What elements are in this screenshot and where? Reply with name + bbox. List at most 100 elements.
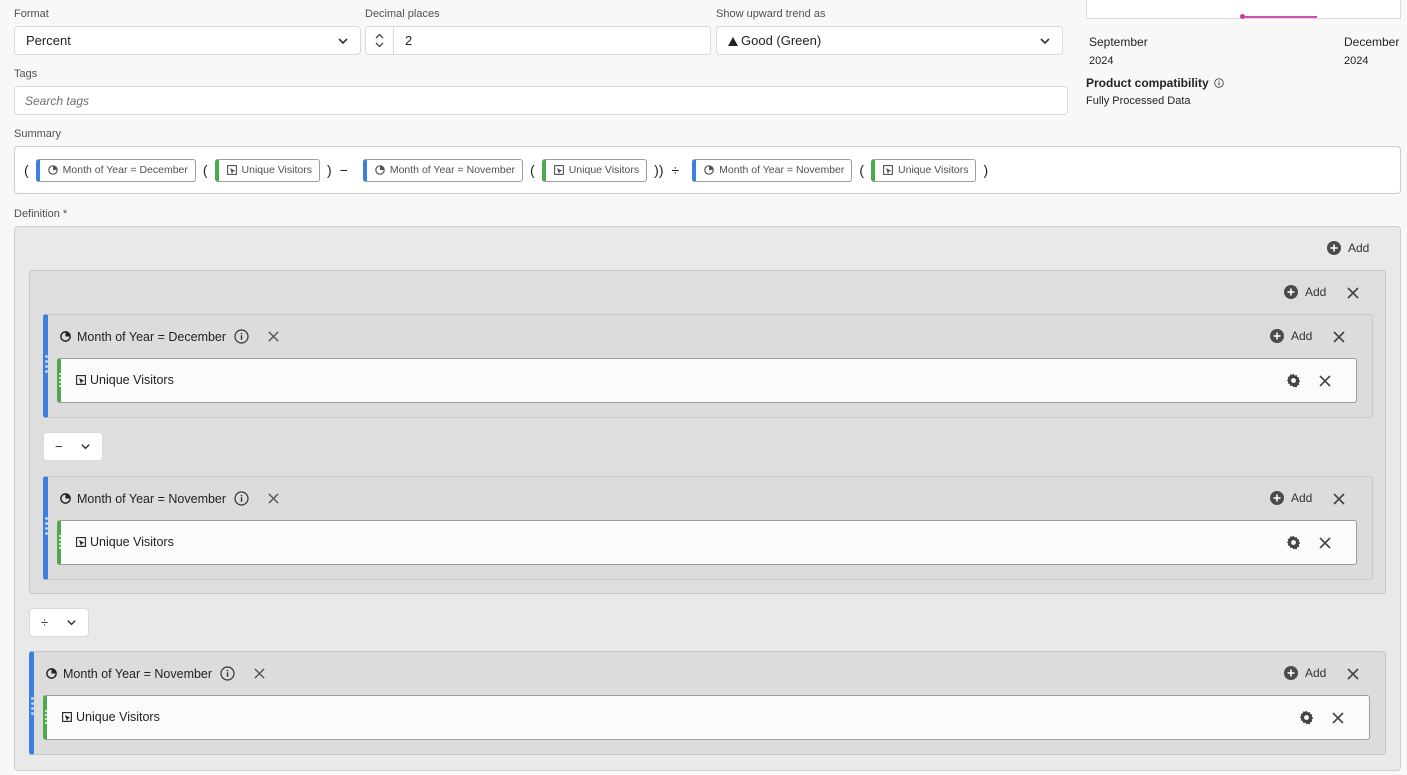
metric-icon — [76, 537, 86, 547]
remove-segment-button[interactable] — [1332, 492, 1346, 506]
remove-metric-button[interactable] — [1331, 711, 1345, 725]
close-icon — [1347, 287, 1359, 299]
metric-icon — [883, 165, 893, 175]
add-circle-icon — [1270, 329, 1284, 343]
add-button[interactable]: Add — [1270, 329, 1312, 343]
segment-icon — [47, 165, 58, 175]
operator-dropdown[interactable]: − — [43, 432, 103, 461]
remove-segment-button[interactable] — [1346, 667, 1360, 681]
metric-row[interactable]: Unique Visitors — [43, 695, 1370, 740]
summary-metric-pill: Unique Visitors — [214, 158, 320, 182]
segment-icon — [375, 165, 385, 175]
close-icon — [1333, 493, 1345, 505]
metric-icon — [553, 165, 564, 175]
gear-icon[interactable] — [1299, 710, 1314, 725]
add-button[interactable]: Add — [1284, 285, 1326, 299]
add-button[interactable]: Add — [1270, 491, 1312, 505]
product-compatibility-heading: Product compatibility — [1086, 76, 1224, 90]
add-button[interactable]: Add — [1327, 241, 1369, 255]
preview-start-year: 2024 — [1089, 55, 1114, 67]
chevron-down-icon[interactable] — [375, 42, 384, 48]
info-icon[interactable] — [1213, 78, 1224, 88]
preview-start-month: September — [1089, 35, 1148, 49]
add-label: Add — [1348, 241, 1370, 255]
summary-metric-pill: Unique Visitors — [871, 158, 977, 182]
preview-end-year: 2024 — [1344, 55, 1369, 67]
operator-dropdown[interactable]: ÷ — [29, 608, 89, 637]
segment-title: Month of Year = November — [77, 491, 227, 506]
metric-row[interactable]: Unique Visitors — [57, 520, 1357, 565]
metric-icon — [226, 165, 237, 175]
remove-container-button[interactable] — [1346, 286, 1360, 300]
segment-block-november-divisor[interactable]: Month of Year = November Add Unique Visi… — [29, 651, 1386, 755]
chevron-up-icon[interactable] — [375, 33, 384, 39]
info-icon[interactable] — [234, 329, 249, 344]
definition-container[interactable]: Add Month of Year = December Add Unique … — [29, 270, 1386, 594]
remove-segment-button[interactable] — [1332, 330, 1346, 344]
product-compatibility-label: Product compatibility — [1086, 76, 1209, 90]
decimal-places-label: Decimal places — [365, 8, 440, 20]
add-label: Add — [1305, 666, 1327, 680]
summary-segment-pill: Month of Year = November — [692, 158, 853, 182]
segment-header: Month of Year = November — [60, 491, 280, 506]
segment-block-november[interactable]: Month of Year = November Add Unique Visi… — [43, 476, 1373, 580]
close-icon — [1332, 712, 1344, 724]
summary-metric-label: Unique Visitors — [568, 164, 640, 176]
segment-icon — [46, 668, 57, 679]
summary-segment-pill: Month of Year = December — [35, 158, 196, 182]
required-mark: * — [62, 208, 68, 220]
trend-dropdown[interactable]: Good (Green) — [716, 26, 1063, 55]
paren-open: ( — [530, 162, 535, 178]
summary-box: ( Month of Year = December ( Unique Visi… — [14, 146, 1401, 194]
triangle-up-icon — [728, 37, 738, 46]
drag-handle-icon[interactable] — [45, 355, 48, 373]
tags-search-input[interactable] — [25, 93, 1067, 108]
decimal-places-stepper[interactable]: 2 — [365, 26, 711, 55]
segment-header: Month of Year = November — [46, 666, 266, 681]
close-icon[interactable] — [267, 492, 280, 505]
summary-segment-label: Month of Year = November — [719, 164, 845, 176]
close-icon — [1319, 537, 1331, 549]
preview-end-month: December — [1344, 35, 1400, 49]
metric-row[interactable]: Unique Visitors — [57, 358, 1357, 403]
remove-metric-button[interactable] — [1318, 536, 1332, 550]
decimal-places-input[interactable]: 2 — [394, 26, 711, 55]
metric-label-group: Unique Visitors — [76, 373, 174, 387]
metric-icon — [62, 712, 72, 722]
tags-search-field[interactable] — [14, 86, 1068, 115]
segment-header: Month of Year = December — [60, 329, 280, 344]
drag-handle-icon[interactable] — [45, 517, 48, 535]
drag-handle-icon[interactable] — [45, 710, 47, 724]
info-icon[interactable] — [234, 491, 249, 506]
drag-handle-icon[interactable] — [59, 535, 61, 549]
paren-open: ( — [202, 162, 208, 178]
trend-point — [1240, 14, 1245, 19]
close-icon — [1319, 375, 1331, 387]
paren-open: ( — [24, 162, 29, 178]
close-icon[interactable] — [267, 330, 280, 343]
close-icon — [1347, 668, 1359, 680]
metric-icon — [76, 375, 86, 385]
trend-label: Show upward trend as — [716, 8, 826, 20]
close-icon — [1333, 331, 1345, 343]
drag-handle-icon[interactable] — [31, 697, 34, 715]
tags-label: Tags — [14, 68, 38, 80]
remove-metric-button[interactable] — [1318, 374, 1332, 388]
trend-line — [1242, 16, 1317, 18]
drag-handle-icon[interactable] — [59, 373, 61, 387]
info-icon[interactable] — [220, 666, 235, 681]
metric-title: Unique Visitors — [90, 535, 174, 549]
summary-label: Summary — [14, 128, 62, 140]
chevron-down-icon — [67, 620, 76, 626]
stepper-buttons[interactable] — [365, 26, 394, 55]
trend-value: Good (Green) — [741, 33, 822, 48]
segment-block-december[interactable]: Month of Year = December Add Unique Visi… — [43, 314, 1373, 418]
metric-label-group: Unique Visitors — [76, 535, 174, 549]
gear-icon[interactable] — [1286, 535, 1301, 550]
close-icon[interactable] — [253, 667, 266, 680]
gear-icon[interactable] — [1286, 373, 1301, 388]
add-button[interactable]: Add — [1284, 666, 1326, 680]
format-label: Format — [14, 8, 49, 20]
format-dropdown[interactable]: Percent — [14, 26, 361, 55]
segment-title: Month of Year = December — [77, 329, 227, 344]
